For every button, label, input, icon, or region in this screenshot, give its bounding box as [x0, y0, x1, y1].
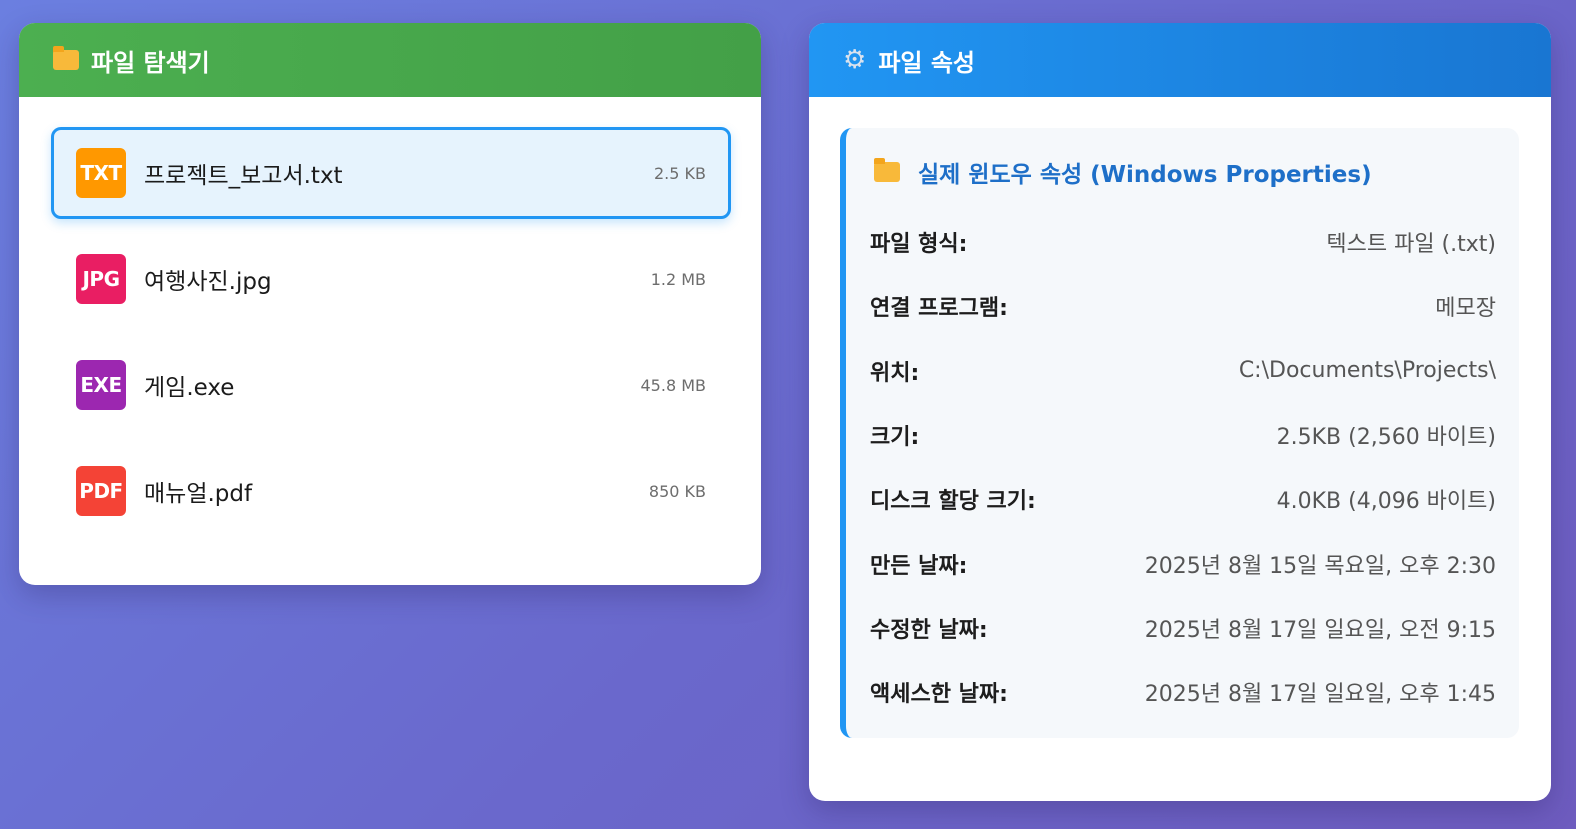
property-row-type: 파일 형식: 텍스트 파일 (.txt): [870, 210, 1496, 274]
property-value: 2025년 8월 17일 일요일, 오전 9:15: [1144, 617, 1496, 643]
property-row-accessed: 액세스한 날짜: 2025년 8월 17일 일요일, 오후 1:45: [870, 660, 1496, 724]
file-list: TXT 프로젝트_보고서.txt 2.5 KB JPG 여행사진.jpg 1.2…: [51, 127, 731, 551]
jpg-file-icon: JPG: [76, 254, 126, 304]
file-explorer-panel: 파일 탐색기 TXT 프로젝트_보고서.txt 2.5 KB JPG 여행사진.…: [19, 23, 761, 585]
exe-file-icon: EXE: [76, 360, 126, 410]
file-properties-title: 파일 속성: [878, 48, 975, 77]
file-size: 2.5 KB: [654, 163, 706, 183]
property-label: 파일 형식:: [870, 232, 968, 258]
property-row-program: 연결 프로그램: 메모장: [870, 274, 1496, 338]
file-size: 850 KB: [648, 481, 706, 501]
file-name: 프로젝트_보고서.txt: [144, 163, 343, 189]
property-value: 2025년 8월 17일 일요일, 오후 1:45: [1144, 682, 1496, 708]
file-name: 게임.exe: [144, 375, 235, 401]
file-item-exe[interactable]: EXE 게임.exe 45.8 MB: [51, 339, 731, 431]
property-row-size: 크기: 2.5KB (2,560 바이트): [870, 403, 1496, 467]
pdf-file-icon: PDF: [76, 466, 126, 516]
file-properties-panel: ⚙ 파일 속성 실제 윈도우 속성 (Windows Properties) 파…: [809, 23, 1551, 801]
property-row-disk-size: 디스크 할당 크기: 4.0KB (4,096 바이트): [870, 467, 1496, 531]
gear-icon: ⚙: [843, 45, 867, 75]
properties-section-title: 실제 윈도우 속성 (Windows Properties): [918, 162, 1372, 188]
property-label: 디스크 할당 크기:: [870, 489, 1036, 515]
file-properties-header: ⚙ 파일 속성: [809, 23, 1551, 97]
folder-icon: [874, 158, 900, 182]
file-name: 매뉴얼.pdf: [144, 481, 253, 507]
property-row-location: 위치: C:\Documents\Projects\: [870, 339, 1496, 403]
property-value: C:\Documents\Projects\: [1238, 358, 1496, 384]
file-item-pdf[interactable]: PDF 매뉴얼.pdf 850 KB: [51, 445, 731, 537]
property-value: 4.0KB (4,096 바이트): [1276, 489, 1496, 515]
property-value: 텍스트 파일 (.txt): [1326, 232, 1496, 258]
property-row-modified: 수정한 날짜: 2025년 8월 17일 일요일, 오전 9:15: [870, 596, 1496, 660]
folder-icon: [53, 46, 79, 70]
property-label: 연결 프로그램:: [870, 296, 1008, 322]
file-item-txt[interactable]: TXT 프로젝트_보고서.txt 2.5 KB: [51, 127, 731, 219]
txt-file-icon: TXT: [76, 148, 126, 198]
properties-section-header: 실제 윈도우 속성 (Windows Properties): [870, 154, 1496, 190]
property-label: 액세스한 날짜:: [870, 682, 1008, 708]
file-explorer-title: 파일 탐색기: [91, 48, 210, 77]
file-size: 1.2 MB: [650, 269, 706, 289]
property-label: 만든 날짜:: [870, 553, 968, 579]
file-name: 여행사진.jpg: [144, 269, 272, 295]
file-explorer-header: 파일 탐색기: [19, 23, 761, 97]
property-value: 메모장: [1435, 296, 1496, 322]
property-label: 크기:: [870, 425, 920, 451]
property-row-created: 만든 날짜: 2025년 8월 15일 목요일, 오후 2:30: [870, 531, 1496, 595]
property-value: 2025년 8월 15일 목요일, 오후 2:30: [1144, 553, 1496, 579]
file-item-jpg[interactable]: JPG 여행사진.jpg 1.2 MB: [51, 233, 731, 325]
property-label: 수정한 날짜:: [870, 617, 988, 643]
file-size: 45.8 MB: [640, 375, 707, 395]
property-value: 2.5KB (2,560 바이트): [1276, 425, 1496, 451]
property-label: 위치:: [870, 360, 920, 386]
properties-section: 실제 윈도우 속성 (Windows Properties) 파일 형식: 텍스…: [840, 128, 1519, 738]
